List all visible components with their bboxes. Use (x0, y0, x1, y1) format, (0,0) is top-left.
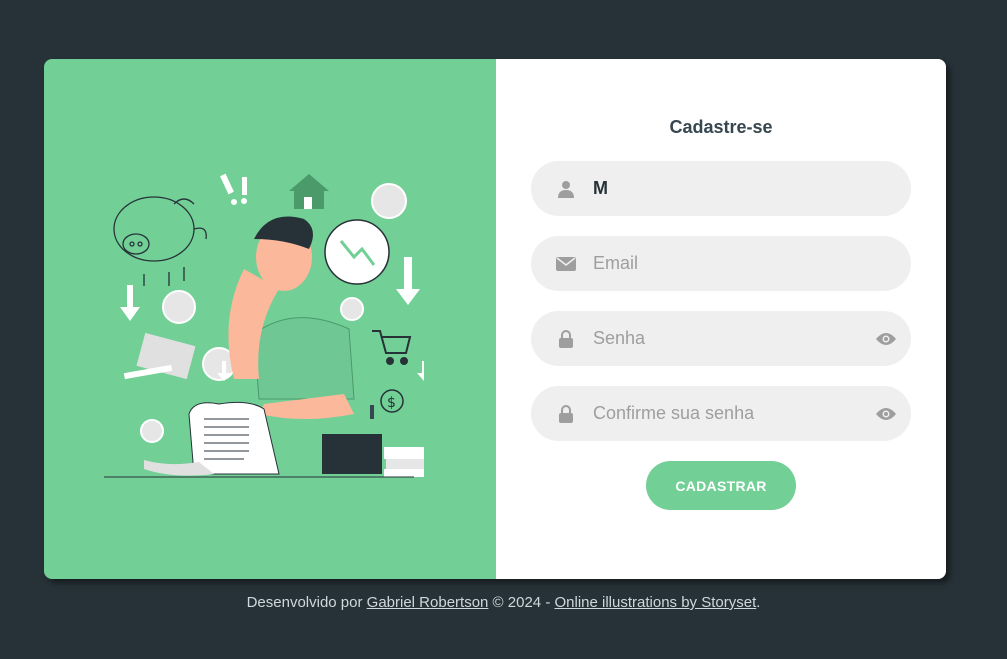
lock-icon (556, 404, 576, 424)
financial-stress-illustration: $ (104, 173, 424, 478)
dollar-icon: $ (370, 389, 404, 419)
confirm-password-field[interactable]: Confirme sua senha (531, 386, 911, 441)
storyset-link[interactable]: Online illustrations by Storyset (554, 594, 756, 611)
footer-middle: © 2024 - (488, 594, 555, 611)
lock-icon (556, 329, 576, 349)
falling-chart-bubble (324, 219, 390, 285)
author-link[interactable]: Gabriel Robertson (367, 594, 489, 611)
password-input[interactable]: Senha (593, 328, 874, 349)
envelope-icon (556, 254, 576, 274)
submit-button[interactable]: CADASTRAR (646, 461, 796, 510)
eye-icon[interactable] (874, 329, 898, 349)
house-icon (289, 174, 329, 209)
email-input[interactable]: Email (593, 253, 911, 274)
footer: Desenvolvido por Gabriel Robertson © 202… (0, 594, 1007, 611)
exclamation-icon (220, 173, 247, 205)
money-stack-icon (384, 447, 424, 477)
email-field[interactable]: Email (531, 236, 911, 291)
shopping-cart-icon (372, 330, 412, 365)
confirm-password-input[interactable]: Confirme sua senha (593, 403, 874, 424)
password-field[interactable]: Senha (531, 311, 911, 366)
name-input[interactable]: M (593, 178, 911, 199)
piggy-bank-icon (113, 196, 207, 286)
svg-text:$: $ (387, 395, 396, 411)
receipt-icon (144, 401, 280, 476)
credit-card-icon (123, 332, 196, 380)
form-panel: Cadastre-se M Email Senha Confirme sua s… (496, 59, 946, 579)
illustration-panel: $ (44, 59, 496, 579)
user-icon (556, 179, 576, 199)
eye-icon[interactable] (874, 404, 898, 424)
name-field[interactable]: M (531, 161, 911, 216)
footer-prefix: Desenvolvido por (246, 594, 367, 611)
footer-suffix: . (756, 594, 761, 611)
signup-card: $ Cadastre-se M Email Senha Confirme sua… (44, 59, 946, 579)
form-title: Cadastre-se (669, 117, 773, 137)
